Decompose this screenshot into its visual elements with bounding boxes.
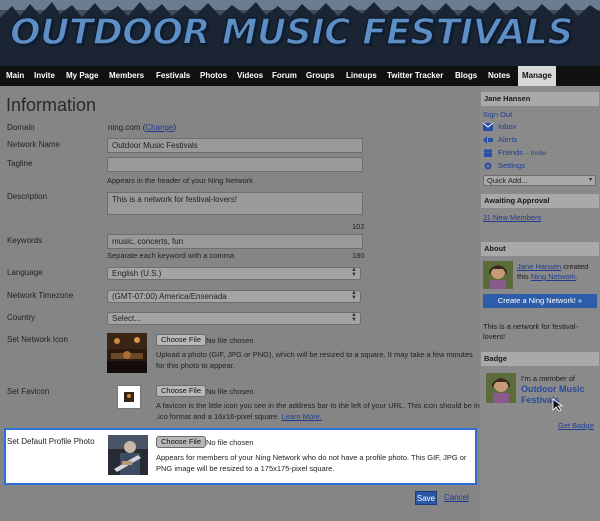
badge-avatar (486, 373, 516, 403)
description-char-count: 102 (352, 222, 365, 231)
nav-videos[interactable]: Videos (237, 66, 263, 86)
about-text-line2: lovers! (483, 332, 506, 341)
badge-header: Badge (481, 352, 599, 366)
timezone-label: Network Timezone (7, 291, 74, 300)
nav-lineups[interactable]: Lineups (346, 66, 377, 86)
network-icon-no-file-text: No file chosen (206, 336, 254, 345)
profile-photo-label: Set Default Profile Photo (7, 437, 95, 446)
select-arrows-icon: ▲ ▼ (351, 312, 357, 323)
about-this-word: this (517, 272, 529, 281)
invite-friends-link[interactable]: – Invite (525, 150, 546, 157)
badge-member-text: I'm a member of (521, 374, 575, 383)
network-icon-description: Upload a photo (GIF, JPG or PNG), which … (156, 350, 473, 370)
friends-icon (484, 149, 492, 157)
nav-invite[interactable]: Invite (34, 66, 55, 86)
get-badge-link[interactable]: Get Badge (558, 421, 594, 430)
language-label: Language (7, 268, 43, 277)
language-value: English (U.S.) (112, 269, 162, 278)
cancel-link[interactable]: Cancel (444, 493, 469, 502)
site-title[interactable]: OUTDOOR MUSIC FESTIVALS (9, 11, 574, 54)
about-created-text: Jane Hansen created this Ning Network. (517, 262, 589, 281)
timezone-value: (GMT-07:00) America/Ensenada (112, 292, 227, 301)
keywords-char-count: 180 (352, 251, 365, 260)
new-members-link[interactable]: 11 New Members (483, 213, 541, 222)
favicon-no-file-text: No file chosen (206, 387, 254, 396)
favicon-description: A favicon is the little icon you see in … (156, 400, 481, 422)
nav-manage[interactable]: Manage (518, 66, 556, 86)
alerts-link[interactable]: Alerts (498, 135, 517, 144)
tagline-input[interactable] (107, 157, 363, 172)
country-value: Select... (112, 314, 141, 323)
sign-out-link[interactable]: Sign Out (483, 110, 512, 119)
profile-photo-thumbnail (108, 435, 148, 475)
friends-label[interactable]: Friends (498, 148, 523, 157)
quick-add-value: Quick Add... (487, 176, 528, 185)
user-name-header: Jane Hansen (481, 92, 599, 106)
sidebar: Jane Hansen Sign Out Inbox Alerts Friend… (480, 86, 600, 521)
quick-add-select[interactable]: Quick Add... ▾ (483, 175, 596, 186)
domain-text: ning.com (108, 123, 141, 132)
settings-icon (484, 162, 492, 170)
cursor-icon (552, 398, 564, 412)
settings-link[interactable]: Settings (498, 161, 525, 170)
favicon-thumbnail (117, 385, 141, 409)
change-domain-link[interactable]: Change (145, 123, 173, 132)
favicon-label: Set Favicon (7, 387, 50, 396)
save-button[interactable]: Save (415, 491, 437, 505)
domain-label: Domain (7, 123, 35, 132)
nav-notes[interactable]: Notes (488, 66, 510, 86)
nav-twitter-tracker[interactable]: Twitter Tracker (387, 66, 443, 86)
nav-blogs[interactable]: Blogs (455, 66, 477, 86)
learn-more-link[interactable]: Learn More. (282, 412, 322, 421)
tagline-label: Tagline (7, 159, 33, 168)
domain-value: ning.com (Change) (108, 123, 177, 132)
keywords-hint: Separate each keyword with a comma (107, 251, 235, 260)
network-icon-choose-file-button[interactable]: Choose File (156, 334, 207, 346)
nav-groups[interactable]: Groups (306, 66, 334, 86)
about-user-link[interactable]: Jane Hansen (517, 262, 561, 271)
about-network-link[interactable]: Ning Network (531, 272, 576, 281)
friends-link: Friends – Invite (498, 148, 546, 157)
keywords-input[interactable]: music, concerts, fun (107, 234, 363, 249)
nav-members[interactable]: Members (109, 66, 144, 86)
about-avatar[interactable] (483, 261, 513, 289)
profile-photo-description: Appears for members of your Ning Network… (156, 453, 467, 473)
create-network-button[interactable]: Create a Ning Network! » (483, 294, 597, 308)
language-select[interactable]: English (U.S.) ▲ ▼ (107, 267, 361, 280)
network-icon-thumbnail (107, 333, 147, 373)
tagline-hint: Appears in the header of your Ning Netwo… (107, 176, 253, 185)
about-header: About (481, 242, 599, 256)
network-icon-label: Set Network Icon (7, 335, 68, 344)
about-text-line1: This is a network for festival- (483, 322, 579, 331)
awaiting-approval-header: Awaiting Approval (481, 194, 599, 208)
settings-panel: Information Domain ning.com (Change) Net… (0, 86, 480, 521)
network-name-input[interactable]: Outdoor Music Festivals (107, 138, 363, 153)
about-created-word: created (563, 262, 589, 271)
description-textarea[interactable]: This is a network for festival-lovers! (107, 192, 363, 215)
alerts-icon (483, 136, 493, 144)
description-label: Description (7, 192, 48, 201)
inbox-icon (483, 123, 493, 131)
nav-main[interactable]: Main (6, 66, 24, 86)
nav-festivals[interactable]: Festivals (156, 66, 190, 86)
inbox-link[interactable]: Inbox (498, 122, 516, 131)
country-select[interactable]: Select... ▲ ▼ (107, 312, 361, 325)
nav-photos[interactable]: Photos (200, 66, 227, 86)
page-title: Information (6, 95, 97, 115)
country-label: Country (7, 313, 36, 322)
nav-forum[interactable]: Forum (272, 66, 297, 86)
site-header: OUTDOOR MUSIC FESTIVALS (0, 0, 600, 66)
timezone-select[interactable]: (GMT-07:00) America/Ensenada ▲ ▼ (107, 290, 361, 303)
main-nav: Main Invite My Page Members Festivals Ph… (0, 66, 600, 86)
favicon-choose-file-button[interactable]: Choose File (156, 385, 207, 397)
badge-title-line1[interactable]: Outdoor Music (521, 384, 585, 394)
select-arrows-icon: ▲ ▼ (351, 290, 357, 301)
network-name-label: Network Name (7, 140, 60, 149)
nav-my-page[interactable]: My Page (66, 66, 98, 86)
keywords-label: Keywords (7, 236, 43, 245)
profile-photo-choose-file-button[interactable]: Choose File (156, 436, 207, 448)
profile-photo-no-file-text: No file chosen (206, 438, 254, 447)
select-arrows-icon: ▲ ▼ (351, 267, 357, 278)
chevron-down-icon: ▾ (588, 177, 592, 183)
